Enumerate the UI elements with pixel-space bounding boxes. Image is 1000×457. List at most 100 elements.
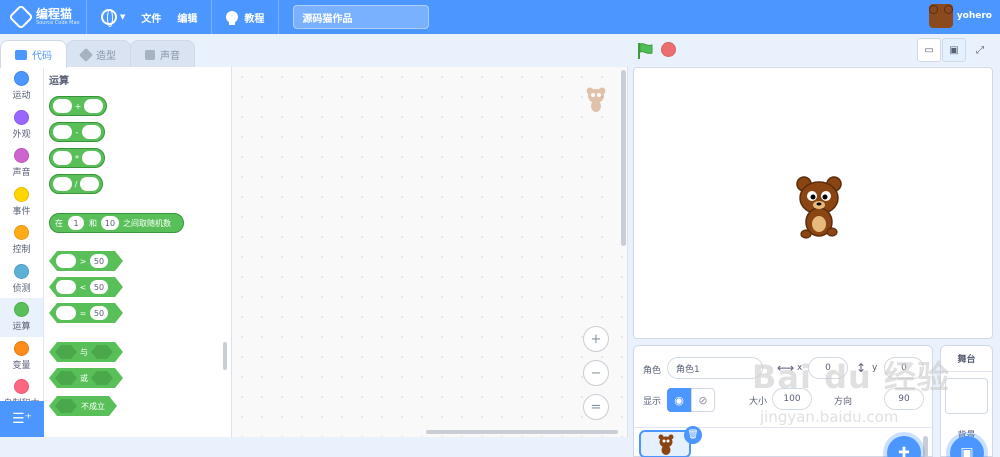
and-block[interactable]: 与 xyxy=(49,342,123,362)
random-block[interactable]: 在 1 和 10 之间取随机数 xyxy=(49,213,184,233)
operand-slot[interactable] xyxy=(81,151,101,165)
block-text: 和 xyxy=(89,218,97,228)
operand-slot[interactable]: 50 xyxy=(90,306,108,320)
stage-canvas[interactable] xyxy=(633,67,993,339)
zoom-in-icon: + xyxy=(590,331,602,347)
add-extension-button[interactable]: ☰⁺ xyxy=(0,401,44,437)
logo-subtext: Source Code Mao xyxy=(36,20,80,26)
boolean-slot[interactable] xyxy=(55,371,77,385)
category-label: 声音 xyxy=(12,168,31,179)
show-sprite-toggle[interactable]: ◉ xyxy=(667,388,691,412)
category-operators[interactable]: 运算 xyxy=(0,298,43,337)
logo[interactable]: 编程猫 Source Code Mao xyxy=(8,4,80,30)
category-control[interactable]: 控制 xyxy=(0,221,43,260)
workspace-horizontal-scrollbar[interactable] xyxy=(426,430,618,434)
tutorials-label: 教程 xyxy=(244,13,265,25)
operand-slot[interactable] xyxy=(53,151,73,165)
trash-icon: 🗑 xyxy=(687,430,699,440)
subtract-block[interactable]: - xyxy=(49,122,105,142)
category-events[interactable]: 事件 xyxy=(0,183,43,222)
random-to-slot[interactable]: 10 xyxy=(101,216,119,230)
less-than-block[interactable]: < 50 xyxy=(49,277,123,297)
tutorials-menu[interactable]: 教程 xyxy=(218,0,272,34)
tab-code[interactable]: 代码 xyxy=(0,40,67,68)
zoom-out-button[interactable]: − xyxy=(583,360,609,386)
large-stage-button[interactable]: ▣ xyxy=(942,38,966,62)
x-input[interactable]: 0 xyxy=(808,357,848,379)
workspace-vertical-scrollbar[interactable] xyxy=(621,70,626,246)
operator-label: = xyxy=(79,308,87,318)
operand-slot[interactable] xyxy=(56,306,76,320)
y-label: y xyxy=(872,363,878,373)
category-looks[interactable]: 外观 xyxy=(0,106,43,145)
add-block[interactable]: + xyxy=(49,96,107,116)
y-input[interactable]: 0 xyxy=(884,357,924,379)
user-avatar xyxy=(928,4,953,28)
language-menu[interactable]: ▼ xyxy=(93,0,133,34)
boolean-slot[interactable] xyxy=(91,371,113,385)
category-label: 控制 xyxy=(12,245,31,256)
operand-slot[interactable] xyxy=(56,280,76,294)
stop-icon[interactable] xyxy=(661,42,676,57)
operand-slot[interactable] xyxy=(53,177,73,191)
zoom-in-button[interactable]: + xyxy=(583,326,609,352)
size-input[interactable]: 100 xyxy=(772,388,812,410)
palette-category-title: 运算 xyxy=(49,76,69,87)
direction-label: 方向 xyxy=(834,397,853,407)
category-sensing[interactable]: 侦测 xyxy=(0,260,43,299)
stage-thumbnail[interactable] xyxy=(945,378,988,414)
random-from-slot[interactable]: 1 xyxy=(68,216,84,230)
show-label: 显示 xyxy=(643,397,662,407)
hide-sprite-toggle[interactable]: ⊘ xyxy=(691,388,715,412)
category-variables[interactable]: 变量 xyxy=(0,337,43,376)
sprite-thumbnail[interactable]: 🗑 xyxy=(639,426,702,457)
zoom-reset-icon: = xyxy=(590,399,602,415)
bear-sprite[interactable] xyxy=(794,174,844,240)
operand-slot[interactable] xyxy=(83,99,103,113)
operand-slot[interactable] xyxy=(56,254,76,268)
stage-header: 舞台 xyxy=(941,346,992,372)
boolean-slot[interactable] xyxy=(91,345,113,359)
boolean-slot[interactable] xyxy=(55,345,77,359)
operand-slot[interactable] xyxy=(79,177,100,191)
equals-block[interactable]: = 50 xyxy=(49,303,123,323)
operand-slot[interactable] xyxy=(53,99,73,113)
direction-input[interactable]: 90 xyxy=(884,388,924,410)
multiply-block[interactable]: * xyxy=(49,148,105,168)
tab-costumes[interactable]: 造型 xyxy=(66,40,131,68)
sprite-list-scrollbar[interactable] xyxy=(923,436,928,457)
operand-slot[interactable]: 50 xyxy=(90,280,108,294)
scratch-editor: 编程猫 Source Code Mao ▼ 文件 编辑 教程 yohero 代码 xyxy=(0,0,1000,457)
brush-icon xyxy=(78,47,94,62)
category-motion[interactable]: 运动 xyxy=(0,67,43,106)
category-label: 事件 xyxy=(12,206,31,217)
menu-divider xyxy=(86,0,87,34)
category-sound[interactable]: 声音 xyxy=(0,144,43,183)
tab-sounds[interactable]: 声音 xyxy=(130,40,195,68)
user-menu[interactable]: yohero xyxy=(928,4,992,28)
image-add-icon: ▣ xyxy=(960,445,974,457)
operator-label: / xyxy=(74,179,78,189)
operand-slot[interactable]: 50 xyxy=(90,254,108,268)
green-flag-icon[interactable] xyxy=(636,42,654,60)
or-block[interactable]: 或 xyxy=(49,368,123,388)
sprite-name-input[interactable]: 角色1 xyxy=(667,357,763,379)
file-menu[interactable]: 文件 xyxy=(133,0,169,34)
code-workspace[interactable] xyxy=(232,67,628,437)
boolean-slot[interactable] xyxy=(55,399,77,413)
category-dot-icon xyxy=(14,186,29,202)
delete-sprite-button[interactable]: 🗑 xyxy=(684,426,702,444)
operand-slot[interactable] xyxy=(81,125,101,139)
greater-than-block[interactable]: > 50 xyxy=(49,251,123,271)
operand-slot[interactable] xyxy=(53,125,73,139)
zoom-reset-button[interactable]: = xyxy=(583,394,609,420)
edit-menu[interactable]: 编辑 xyxy=(169,0,205,34)
caret-down-icon: ▼ xyxy=(120,13,126,21)
palette-scrollbar[interactable] xyxy=(223,342,227,370)
not-block[interactable]: 不成立 xyxy=(49,396,117,416)
sprite-properties: 角色 角色1 ⟷ x 0 ↕ y 0 显示 ◉ ⊘ 大小 100 方向 90 xyxy=(634,346,934,428)
fullscreen-button[interactable]: ⤢ xyxy=(968,38,992,62)
project-title-input[interactable] xyxy=(293,5,430,29)
small-stage-button[interactable]: ▭ xyxy=(917,38,941,62)
divide-block[interactable]: / xyxy=(49,174,103,194)
